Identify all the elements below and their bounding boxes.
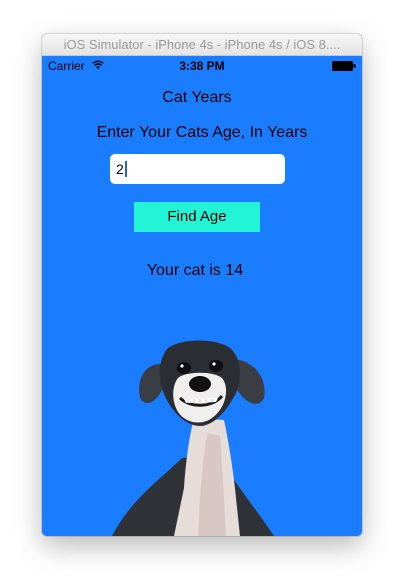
dog-image xyxy=(112,340,274,536)
result-label: Your cat is 14 xyxy=(146,262,244,279)
text-cursor xyxy=(124,161,127,177)
find-age-button[interactable]: Find Age xyxy=(134,202,260,232)
status-time: 3:38 PM xyxy=(179,59,225,73)
app-title: Cat Years xyxy=(162,89,232,106)
status-bar: Carrier 3:38 PM xyxy=(42,56,362,76)
window-title: iOS Simulator - iPhone 4s - iPhone 4s / … xyxy=(42,34,362,56)
simulator-window: iOS Simulator - iPhone 4s - iPhone 4s / … xyxy=(42,34,362,536)
battery-icon xyxy=(332,61,356,71)
age-input-value: 2 xyxy=(116,161,124,177)
age-input[interactable]: 2 xyxy=(110,154,285,184)
iphone-screen: Carrier 3:38 PM Cat Years Enter Your Cat… xyxy=(42,56,362,536)
age-prompt-label: Enter Your Cats Age, In Years xyxy=(96,124,308,141)
